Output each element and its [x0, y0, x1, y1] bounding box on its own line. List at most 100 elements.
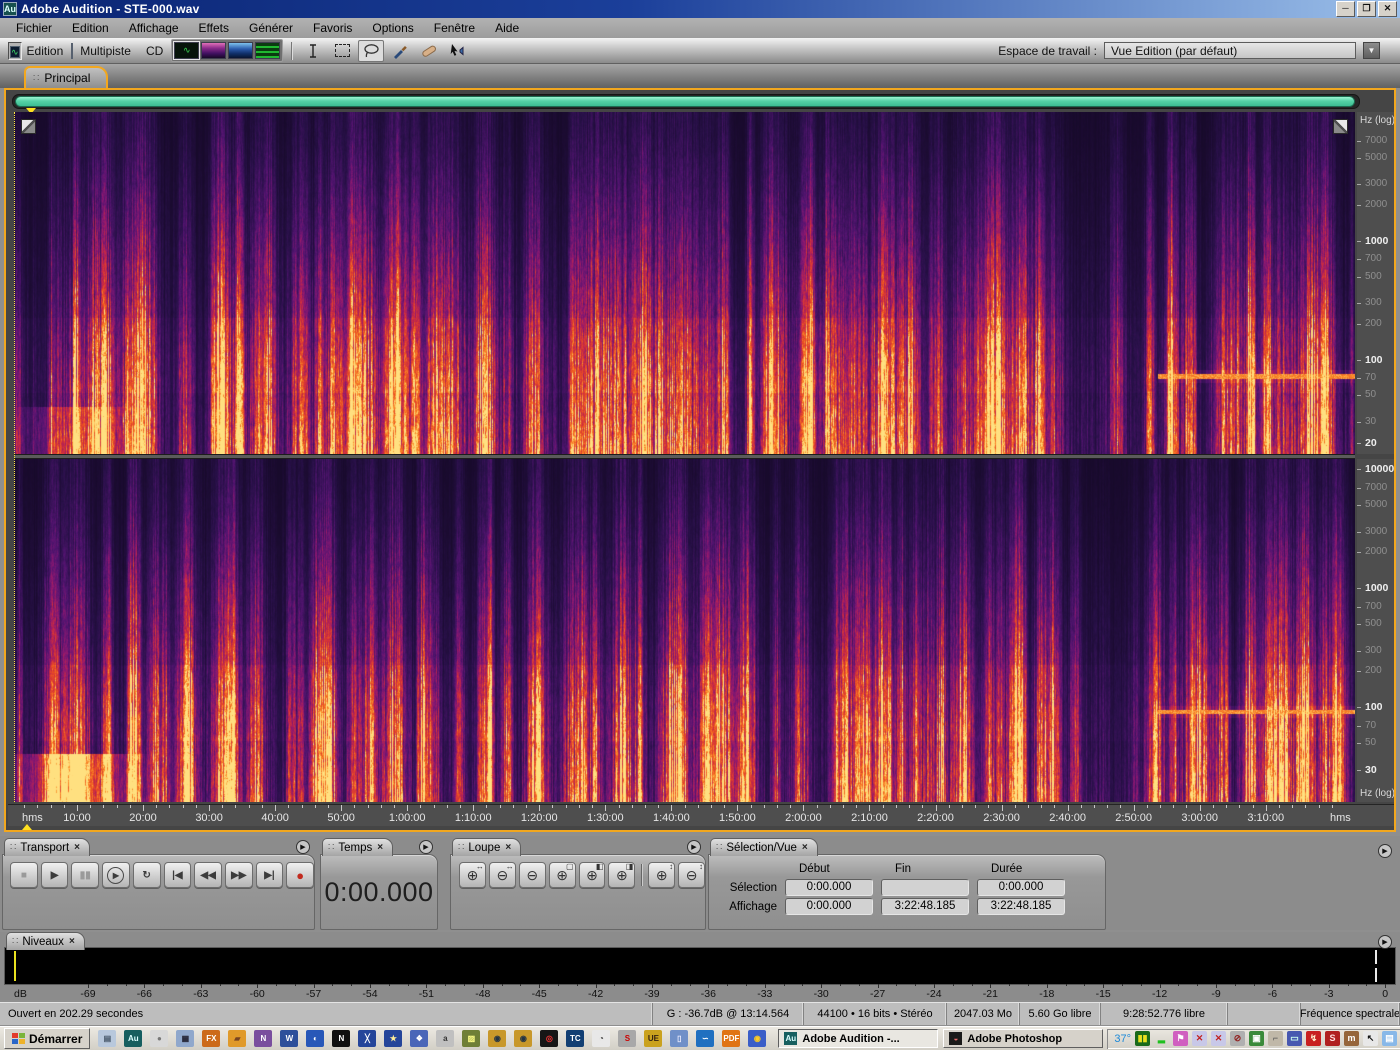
task-button-audition[interactable]: Au Adobe Audition -...	[778, 1029, 939, 1048]
zoom-out-vertical-button[interactable]: ⊖ ↕	[678, 862, 706, 888]
quicklaunch-word-icon[interactable]: W	[280, 1030, 299, 1047]
pan-handle-left-icon[interactable]	[21, 119, 36, 134]
sel-field-selection-1[interactable]	[881, 879, 969, 896]
quicklaunch-globe-2-icon[interactable]: ◉	[514, 1030, 533, 1047]
menu-fenetre[interactable]: Fenêtre	[424, 19, 485, 37]
quicklaunch-onenote-icon[interactable]: N	[254, 1030, 273, 1047]
tray-scanner-icon[interactable]: ⌐	[1268, 1031, 1284, 1046]
go-to-start-button[interactable]: |◀	[163, 862, 192, 888]
quicklaunch-planet-icon[interactable]: ◐	[306, 1030, 325, 1047]
workspace-dropdown-arrow[interactable]: ▼	[1363, 42, 1380, 59]
loupe-menu-button[interactable]: ▶	[687, 840, 701, 854]
tray-flag-icon[interactable]: ⚑	[1173, 1031, 1189, 1046]
quicklaunch-swan-icon[interactable]: ∽	[696, 1030, 715, 1047]
zoom-to-selection-button[interactable]: ⊕ ▢	[548, 862, 576, 888]
quicklaunch-keyboard-icon[interactable]: ▤	[98, 1030, 117, 1047]
spectral-phase-display-button[interactable]	[255, 42, 281, 59]
menu-fichier[interactable]: Fichier	[6, 19, 62, 37]
menu-favoris[interactable]: Favoris	[303, 19, 362, 37]
niveaux-menu-button[interactable]: ▶	[1378, 935, 1392, 949]
effects-paintbrush-tool[interactable]	[416, 40, 442, 62]
level-meter[interactable]	[4, 947, 1396, 985]
task-button-photoshop[interactable]: ◒ Adobe Photoshop	[943, 1029, 1104, 1048]
temps-tab[interactable]: ∷ Temps ×	[322, 838, 394, 856]
tray-network-disabled-1-icon[interactable]: ✕	[1192, 1031, 1208, 1046]
time-ruler[interactable]: 10:00 20:00 30:00 40:00 50:00 1:00:00 1:10:00 1…	[8, 804, 1394, 826]
zoom-out-horizontal-button[interactable]: ⊖ ↔	[488, 862, 516, 888]
maximize-button[interactable]: ❐	[1357, 1, 1376, 17]
quicklaunch-paint-icon[interactable]: ▨	[462, 1030, 481, 1047]
zoom-selection-right-edge-button[interactable]: ⊕ ◨	[608, 862, 636, 888]
quicklaunch-tc-icon[interactable]: TC	[566, 1030, 585, 1047]
record-button[interactable]: ●	[286, 862, 315, 888]
marquee-selection-tool[interactable]	[329, 40, 355, 62]
quicklaunch-ultraedit-icon[interactable]: UE	[644, 1030, 663, 1047]
tray-cursor-icon[interactable]: ↖	[1363, 1031, 1379, 1046]
quicklaunch-wand-icon[interactable]: ╳	[358, 1030, 377, 1047]
niveaux-close-icon[interactable]: ×	[69, 936, 75, 947]
minimize-button[interactable]: ─	[1336, 1, 1355, 17]
loop-play-button[interactable]: ↻	[132, 862, 161, 888]
close-button[interactable]: ✕	[1378, 1, 1397, 17]
scrollbar-thumb[interactable]	[15, 96, 1355, 107]
quicklaunch-media-player-icon[interactable]: ◉	[748, 1030, 767, 1047]
fast-forward-button[interactable]: ▶▶	[224, 862, 253, 888]
zoom-in-vertical-button[interactable]: ⊕ ↕	[648, 862, 676, 888]
tray-document-icon[interactable]: ▤	[1382, 1031, 1398, 1046]
zoom-in-horizontal-button[interactable]: ⊕ ↔	[459, 862, 486, 888]
quicklaunch-pdf-icon[interactable]: PDF	[722, 1030, 741, 1047]
dock-area-menu-button[interactable]: ▶	[1378, 844, 1392, 858]
tray-network-disabled-2-icon[interactable]: ✕	[1211, 1031, 1227, 1046]
menu-edition[interactable]: Edition	[62, 19, 119, 37]
niveaux-tab[interactable]: ∷ Niveaux ×	[6, 932, 85, 950]
tray-pause-meter-icon[interactable]: ▮▮	[1135, 1031, 1151, 1046]
tray-lightning-icon[interactable]: ↯	[1306, 1031, 1322, 1046]
go-to-end-button[interactable]: ▶|	[255, 862, 284, 888]
sel-field-affichage-1[interactable]: 3:22:48.185	[881, 898, 969, 915]
playhead-cursor[interactable]	[14, 112, 15, 802]
stop-button[interactable]: ■	[10, 862, 38, 888]
start-button[interactable]: Démarrer	[4, 1028, 91, 1049]
quicklaunch-audition-icon[interactable]: Au	[124, 1030, 143, 1047]
sel-field-selection-2[interactable]: 0:00.000	[977, 879, 1065, 896]
quicklaunch-compass-icon[interactable]: ◔	[592, 1030, 611, 1047]
workspace-dropdown[interactable]: Vue Edition (par défaut)	[1104, 42, 1356, 59]
scrub-tool[interactable]	[445, 40, 471, 62]
zoom-selection-left-edge-button[interactable]: ⊕ ◧	[578, 862, 606, 888]
tray-package-icon[interactable]: ▣	[1249, 1031, 1265, 1046]
quicklaunch-spark-icon[interactable]: ★	[384, 1030, 403, 1047]
play-from-cursor-button[interactable]: ▶	[102, 862, 130, 888]
rewind-button[interactable]: ◀◀	[194, 862, 222, 888]
tray-minimized-dash-icon[interactable]: ▂	[1154, 1031, 1169, 1046]
selection-vue-close-icon[interactable]: ×	[802, 842, 808, 853]
quicklaunch-gray-sphere-icon[interactable]: ●	[150, 1030, 169, 1047]
frequency-axis-top[interactable]: 7000 5000 3000 2000 1000 700 500 300 200 100 70 50 3…	[1357, 112, 1394, 454]
frequency-axis-bottom[interactable]: 10000 7000 5000 3000 2000 1000 700 500 300 200 100…	[1357, 459, 1394, 802]
menu-effets[interactable]: Effets	[189, 19, 239, 37]
spectral-display-button[interactable]	[201, 42, 227, 59]
spectral-pan-display-button[interactable]	[228, 42, 254, 59]
brush-tool[interactable]	[387, 40, 413, 62]
quicklaunch-sbp-icon[interactable]: S	[618, 1030, 637, 1047]
menu-generer[interactable]: Générer	[239, 19, 303, 37]
pan-handle-right-icon[interactable]	[1333, 119, 1348, 134]
quicklaunch-fx-icon[interactable]: FX	[202, 1030, 221, 1047]
tray-mouse-icon[interactable]: m	[1344, 1031, 1360, 1046]
cd-view-button[interactable]: CD	[137, 44, 163, 58]
menu-options[interactable]: Options	[362, 19, 423, 37]
tray-display-icon[interactable]: ▭	[1287, 1031, 1303, 1046]
menu-affichage[interactable]: Affichage	[119, 19, 189, 37]
pause-button[interactable]: ▮▮	[71, 862, 100, 888]
loupe-tab[interactable]: ∷ Loupe ×	[452, 838, 522, 856]
time-selection-tool[interactable]	[300, 40, 326, 62]
spectrogram-area[interactable]	[14, 112, 1355, 802]
menu-aide[interactable]: Aide	[485, 19, 529, 37]
quicklaunch-netscape-icon[interactable]: N	[332, 1030, 351, 1047]
quicklaunch-calculator-icon[interactable]: ▦	[176, 1030, 195, 1047]
play-button[interactable]: ▶	[40, 862, 69, 888]
transport-close-icon[interactable]: ×	[74, 842, 80, 853]
quicklaunch-globe-1-icon[interactable]: ◉	[488, 1030, 507, 1047]
transport-menu-button[interactable]: ▶	[296, 840, 310, 854]
tray-sbp-tray-icon[interactable]: S	[1325, 1031, 1341, 1046]
spectrogram-left-channel[interactable]	[14, 112, 1355, 454]
